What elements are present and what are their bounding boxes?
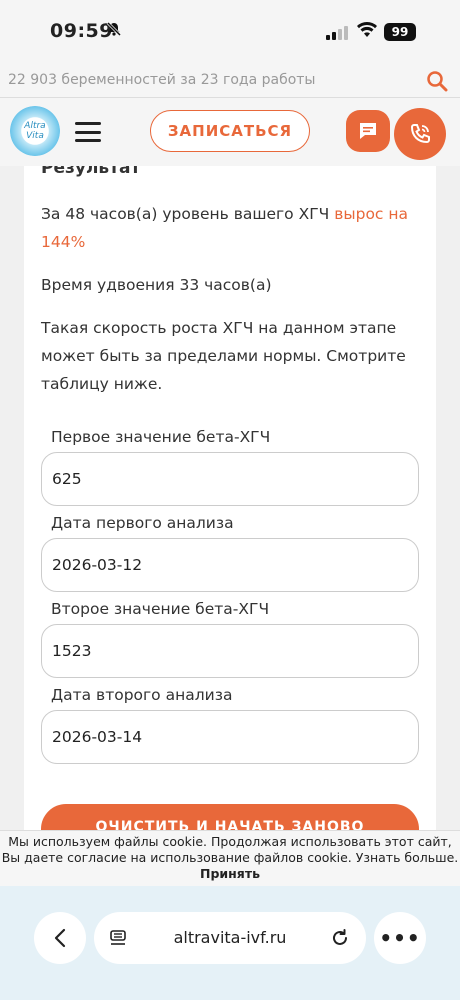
first-value-input[interactable]: 625	[41, 452, 419, 506]
site-tagline: 22 903 беременностей за 23 года работы	[8, 72, 316, 88]
mute-bell-icon	[106, 21, 122, 41]
reload-icon[interactable]	[330, 928, 350, 952]
wifi-icon	[356, 22, 378, 42]
site-topline: 22 903 беременностей за 23 года работы	[0, 64, 460, 98]
first-date-input[interactable]: 2026-03-12	[41, 538, 419, 592]
first-value-label: Первое значение бета-ХГЧ	[51, 428, 271, 446]
hcg-result-card: Результат За 48 часов(а) уровень вашего …	[24, 166, 436, 830]
site-header: Altra Vita ЗАПИСАТЬСЯ	[0, 98, 460, 166]
more-options-button[interactable]: •••	[374, 912, 426, 964]
signup-button[interactable]: ЗАПИСАТЬСЯ	[150, 110, 310, 152]
result-growth-text: За 48 часов(а) уровень вашего ХГЧ вырос …	[41, 200, 411, 256]
result-title: Результат	[41, 166, 141, 178]
result-doubling-text: Время удвоения 33 часов(а)	[41, 276, 272, 294]
second-date-input[interactable]: 2026-03-14	[41, 710, 419, 764]
logo-text-bottom: Vita	[26, 131, 44, 141]
altravita-logo[interactable]: Altra Vita	[10, 106, 60, 156]
browser-toolbar: altravita-ivf.ru •••	[0, 886, 460, 1000]
chevron-left-icon	[54, 928, 66, 948]
address-bar[interactable]: altravita-ivf.ru	[94, 912, 366, 964]
chat-icon	[360, 123, 376, 139]
cellular-signal-icon	[326, 26, 348, 40]
cookie-text: Мы используем файлы cookie. Продолжая ис…	[1, 834, 459, 865]
first-date-label: Дата первого анализа	[51, 514, 234, 532]
url-domain: altravita-ivf.ru	[173, 928, 287, 947]
back-button[interactable]	[34, 912, 86, 964]
second-value-input[interactable]: 1523	[41, 624, 419, 678]
status-bar: 09:59 99	[0, 0, 460, 64]
cookie-banner: Мы используем файлы cookie. Продолжая ис…	[0, 830, 460, 886]
ellipsis-icon: •••	[379, 926, 421, 950]
cookie-accept-link[interactable]: Принять	[0, 866, 460, 882]
result-growth-prefix: За 48 часов(а) уровень вашего ХГЧ	[41, 205, 335, 223]
battery-icon: 99	[384, 23, 416, 41]
result-warning-text: Такая скорость роста ХГЧ на данном этапе…	[41, 319, 406, 393]
status-time: 09:59	[50, 20, 113, 42]
second-value-label: Второе значение бета-ХГЧ	[51, 600, 270, 618]
search-icon[interactable]	[426, 70, 448, 92]
chat-button[interactable]	[346, 110, 390, 152]
menu-icon[interactable]	[75, 122, 101, 142]
clear-restart-button[interactable]: ОЧИСТИТЬ И НАЧАТЬ ЗАНОВО	[41, 804, 419, 830]
second-date-label: Дата второго анализа	[51, 686, 233, 704]
logo-text-top: Altra	[24, 121, 46, 131]
call-button[interactable]	[394, 108, 446, 160]
phone-icon	[410, 124, 430, 144]
